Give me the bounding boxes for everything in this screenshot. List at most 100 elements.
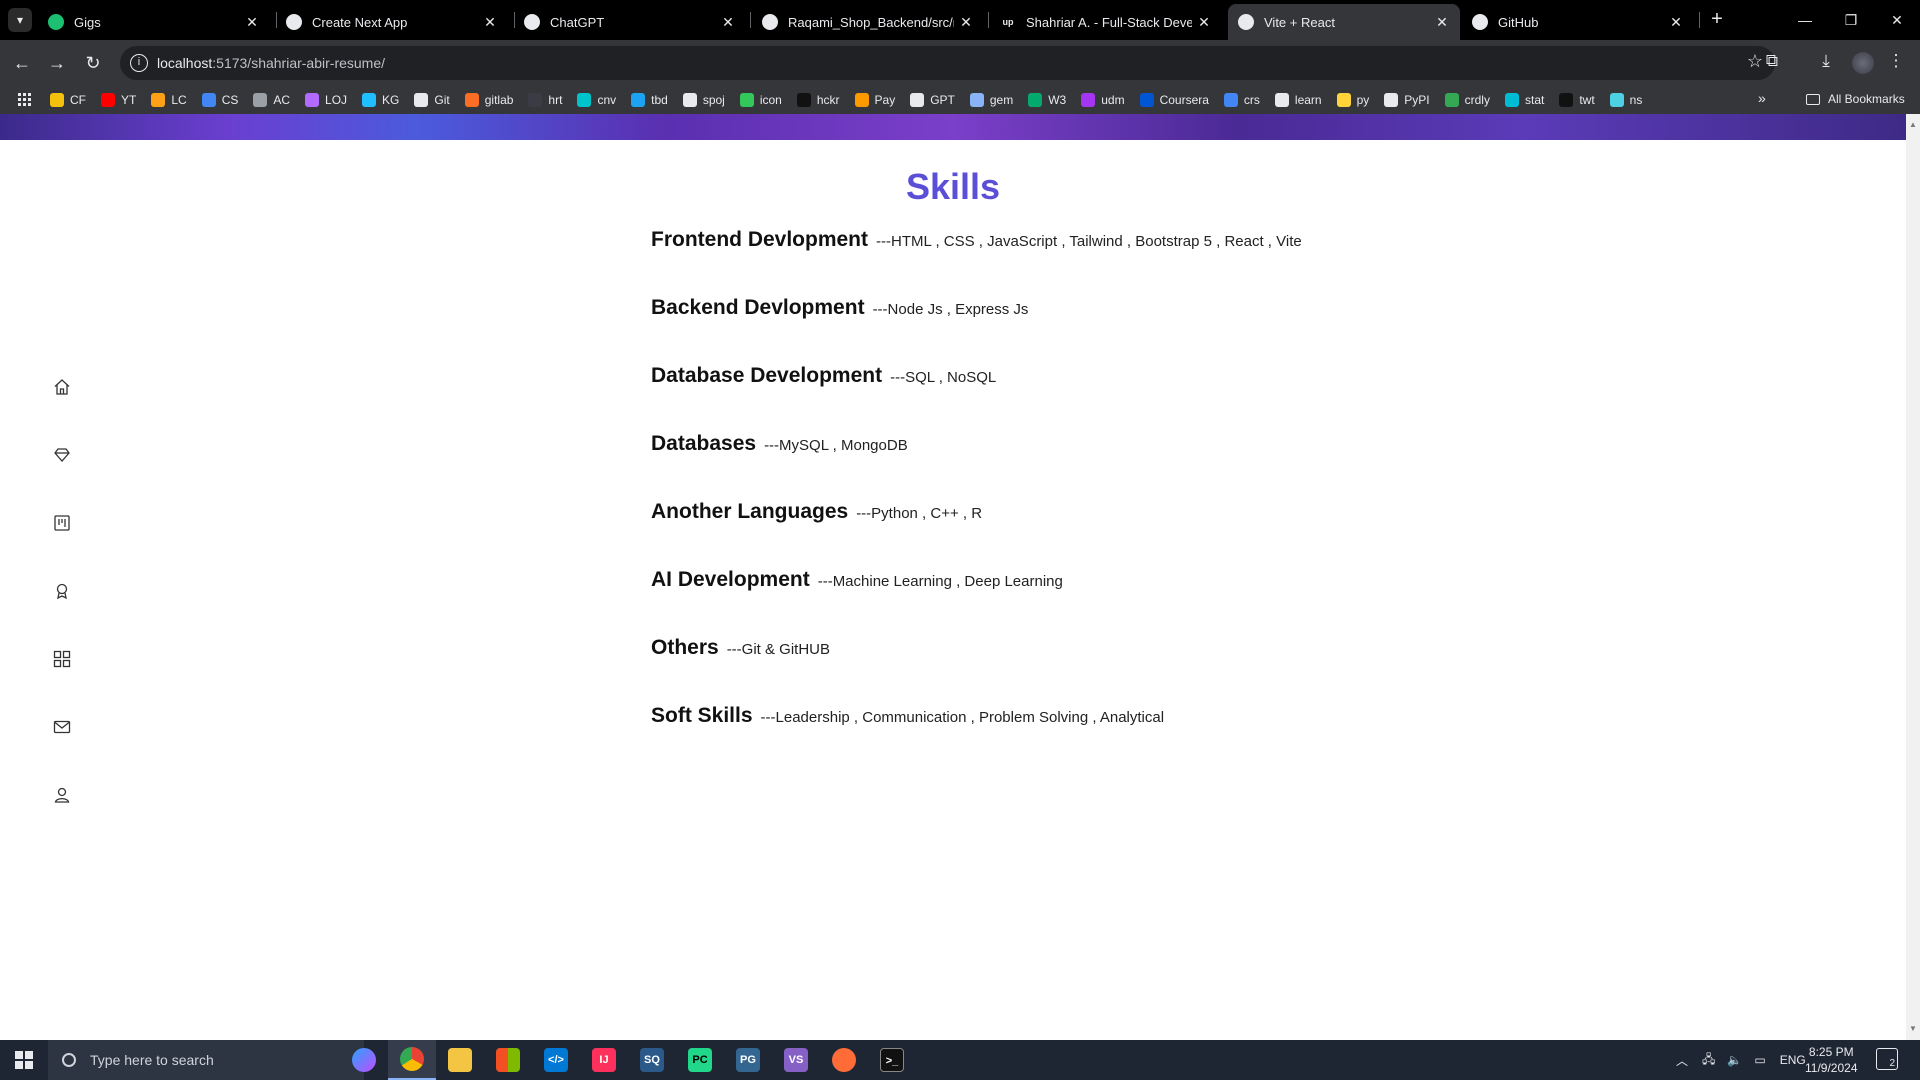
tab-search-button[interactable]: ▾	[8, 8, 32, 32]
bookmark-tbd[interactable]: tbd	[631, 93, 668, 107]
bookmark-cf[interactable]: CF	[50, 93, 86, 107]
bookmark-twt[interactable]: twt	[1559, 93, 1595, 107]
bookmark-git[interactable]: Git	[414, 93, 450, 107]
network-icon[interactable]: 🖧	[1702, 1050, 1715, 1071]
close-icon[interactable]: ✕	[478, 14, 502, 31]
address-bar[interactable]: i localhost:5173/shahriar-abir-resume/ ☆	[120, 46, 1775, 80]
nav-home[interactable]	[45, 370, 79, 404]
bookmark-ns[interactable]: ns	[1609, 93, 1642, 107]
url-text[interactable]: localhost:5173/shahriar-abir-resume/	[157, 55, 385, 71]
tab-upwork-profile[interactable]: up Shahriar A. - Full-Stack Develop ✕	[990, 4, 1222, 40]
back-button[interactable]: ←	[9, 50, 35, 76]
close-icon[interactable]: ✕	[1430, 14, 1454, 31]
nav-contact[interactable]	[45, 710, 79, 744]
nav-about[interactable]	[45, 778, 79, 812]
new-tab-button[interactable]: +	[1705, 8, 1729, 32]
skill-name: Another Languages	[651, 500, 849, 523]
bookmark-hckr[interactable]: hckr	[796, 93, 840, 107]
nav-portfolio[interactable]	[45, 642, 79, 676]
bookmark-spoj[interactable]: spoj	[682, 93, 725, 107]
nav-awards[interactable]	[45, 574, 79, 608]
all-bookmarks-button[interactable]: All Bookmarks	[1806, 92, 1905, 106]
close-icon[interactable]: ✕	[1664, 14, 1688, 31]
bookmark-kg[interactable]: KG	[362, 93, 399, 107]
bookmark-crs[interactable]: crs	[1223, 93, 1260, 107]
bookmark-udm[interactable]: udm	[1081, 93, 1125, 107]
scroll-up-arrow[interactable]: ▲	[1909, 120, 1917, 129]
extensions-icon[interactable]: ⧉	[1760, 51, 1784, 71]
bookmark-favicon-icon	[796, 93, 811, 107]
tab-create-next-app[interactable]: Create Next App ✕	[276, 4, 508, 40]
close-icon[interactable]: ✕	[716, 14, 740, 31]
bookmark-lc[interactable]: LC	[151, 93, 187, 107]
language-indicator[interactable]: ENG	[1780, 1053, 1806, 1067]
bookmark-label: CF	[70, 93, 86, 107]
close-icon[interactable]: ✕	[954, 14, 978, 31]
bookmark-pay[interactable]: Pay	[854, 93, 895, 107]
terminal-app[interactable]: >_	[868, 1040, 916, 1080]
hero-banner-strip	[0, 114, 1906, 140]
reload-button[interactable]: ↻	[80, 50, 106, 76]
bookmark-coursera[interactable]: Coursera	[1139, 93, 1209, 107]
page-scrollbar[interactable]	[1906, 114, 1920, 1040]
bookmark-py[interactable]: py	[1336, 93, 1369, 107]
tab-title: Raqami_Shop_Backend/src/mai	[788, 14, 954, 30]
clock[interactable]: 8:25 PM 11/9/2024	[1805, 1044, 1858, 1076]
bookmark-cs[interactable]: CS	[201, 93, 238, 107]
more-bookmarks-icon[interactable]: »	[1758, 90, 1766, 106]
bookmark-crdly[interactable]: crdly	[1444, 93, 1490, 107]
bookmark-ac[interactable]: AC	[253, 93, 290, 107]
close-window-button[interactable]: ✕	[1874, 0, 1920, 40]
chevron-up-icon[interactable]: ︿	[1676, 1052, 1688, 1069]
tab-gigs[interactable]: Gigs ✕	[38, 4, 270, 40]
bookmark-loj[interactable]: LOJ	[305, 93, 347, 107]
volume-icon[interactable]: 🔈	[1727, 1053, 1742, 1067]
bookmark-cnv[interactable]: cnv	[577, 93, 616, 107]
tab-vite-react[interactable]: Vite + React ✕	[1228, 4, 1460, 40]
bookmark-learn[interactable]: learn	[1274, 93, 1322, 107]
jetbrains-icon: IJ	[592, 1048, 616, 1072]
notification-center-icon[interactable]: 2	[1876, 1048, 1898, 1070]
nav-services[interactable]	[45, 438, 79, 472]
file-explorer-app[interactable]	[436, 1040, 484, 1080]
postman-app[interactable]	[820, 1040, 868, 1080]
store-app[interactable]	[484, 1040, 532, 1080]
bookmark-label: crdly	[1464, 93, 1490, 107]
bookmark-hrt[interactable]: hrt	[528, 93, 562, 107]
download-icon[interactable]: ⤓	[1814, 51, 1838, 71]
tab-raqami-shop[interactable]: Raqami_Shop_Backend/src/mai ✕	[752, 4, 984, 40]
bookmark-gem[interactable]: gem	[969, 93, 1013, 107]
bookmark-gpt[interactable]: GPT	[910, 93, 955, 107]
battery-icon[interactable]: ▭	[1754, 1053, 1765, 1067]
apps-grid-icon[interactable]	[18, 93, 32, 107]
mysql-workbench-app[interactable]: SQ	[628, 1040, 676, 1080]
bookmark-yt[interactable]: YT	[101, 93, 136, 107]
scroll-down-arrow[interactable]: ▼	[1909, 1024, 1917, 1033]
jetbrains-app[interactable]: IJ	[580, 1040, 628, 1080]
profile-avatar[interactable]	[1852, 52, 1874, 74]
vscode-app[interactable]: </>	[532, 1040, 580, 1080]
minimize-button[interactable]: —	[1782, 0, 1828, 40]
pycharm-icon: PC	[688, 1048, 712, 1072]
tab-chatgpt[interactable]: ChatGPT ✕	[514, 4, 746, 40]
menu-icon[interactable]: ⋮	[1884, 51, 1908, 71]
start-button[interactable]	[0, 1040, 48, 1080]
bookmark-pypi[interactable]: PyPI	[1384, 93, 1430, 107]
nav-resume[interactable]	[45, 506, 79, 540]
restore-button[interactable]: ❐	[1828, 0, 1874, 40]
copilot-app[interactable]	[340, 1040, 388, 1080]
site-info-icon[interactable]: i	[130, 54, 148, 72]
chrome-app[interactable]	[388, 1040, 436, 1080]
bookmark-icon[interactable]: icon	[739, 93, 782, 107]
postgres-app[interactable]: PG	[724, 1040, 772, 1080]
close-icon[interactable]: ✕	[1192, 14, 1216, 31]
pycharm-app[interactable]: PC	[676, 1040, 724, 1080]
visual-studio-app[interactable]: VS	[772, 1040, 820, 1080]
bookmark-w3[interactable]: W3	[1028, 93, 1066, 107]
tab-github[interactable]: GitHub ✕	[1462, 4, 1694, 40]
bookmark-stat[interactable]: stat	[1504, 93, 1544, 107]
close-icon[interactable]: ✕	[240, 14, 264, 31]
taskbar-search[interactable]: Type here to search	[48, 1040, 364, 1080]
forward-button[interactable]: →	[44, 50, 70, 76]
bookmark-gitlab[interactable]: gitlab	[464, 93, 513, 107]
